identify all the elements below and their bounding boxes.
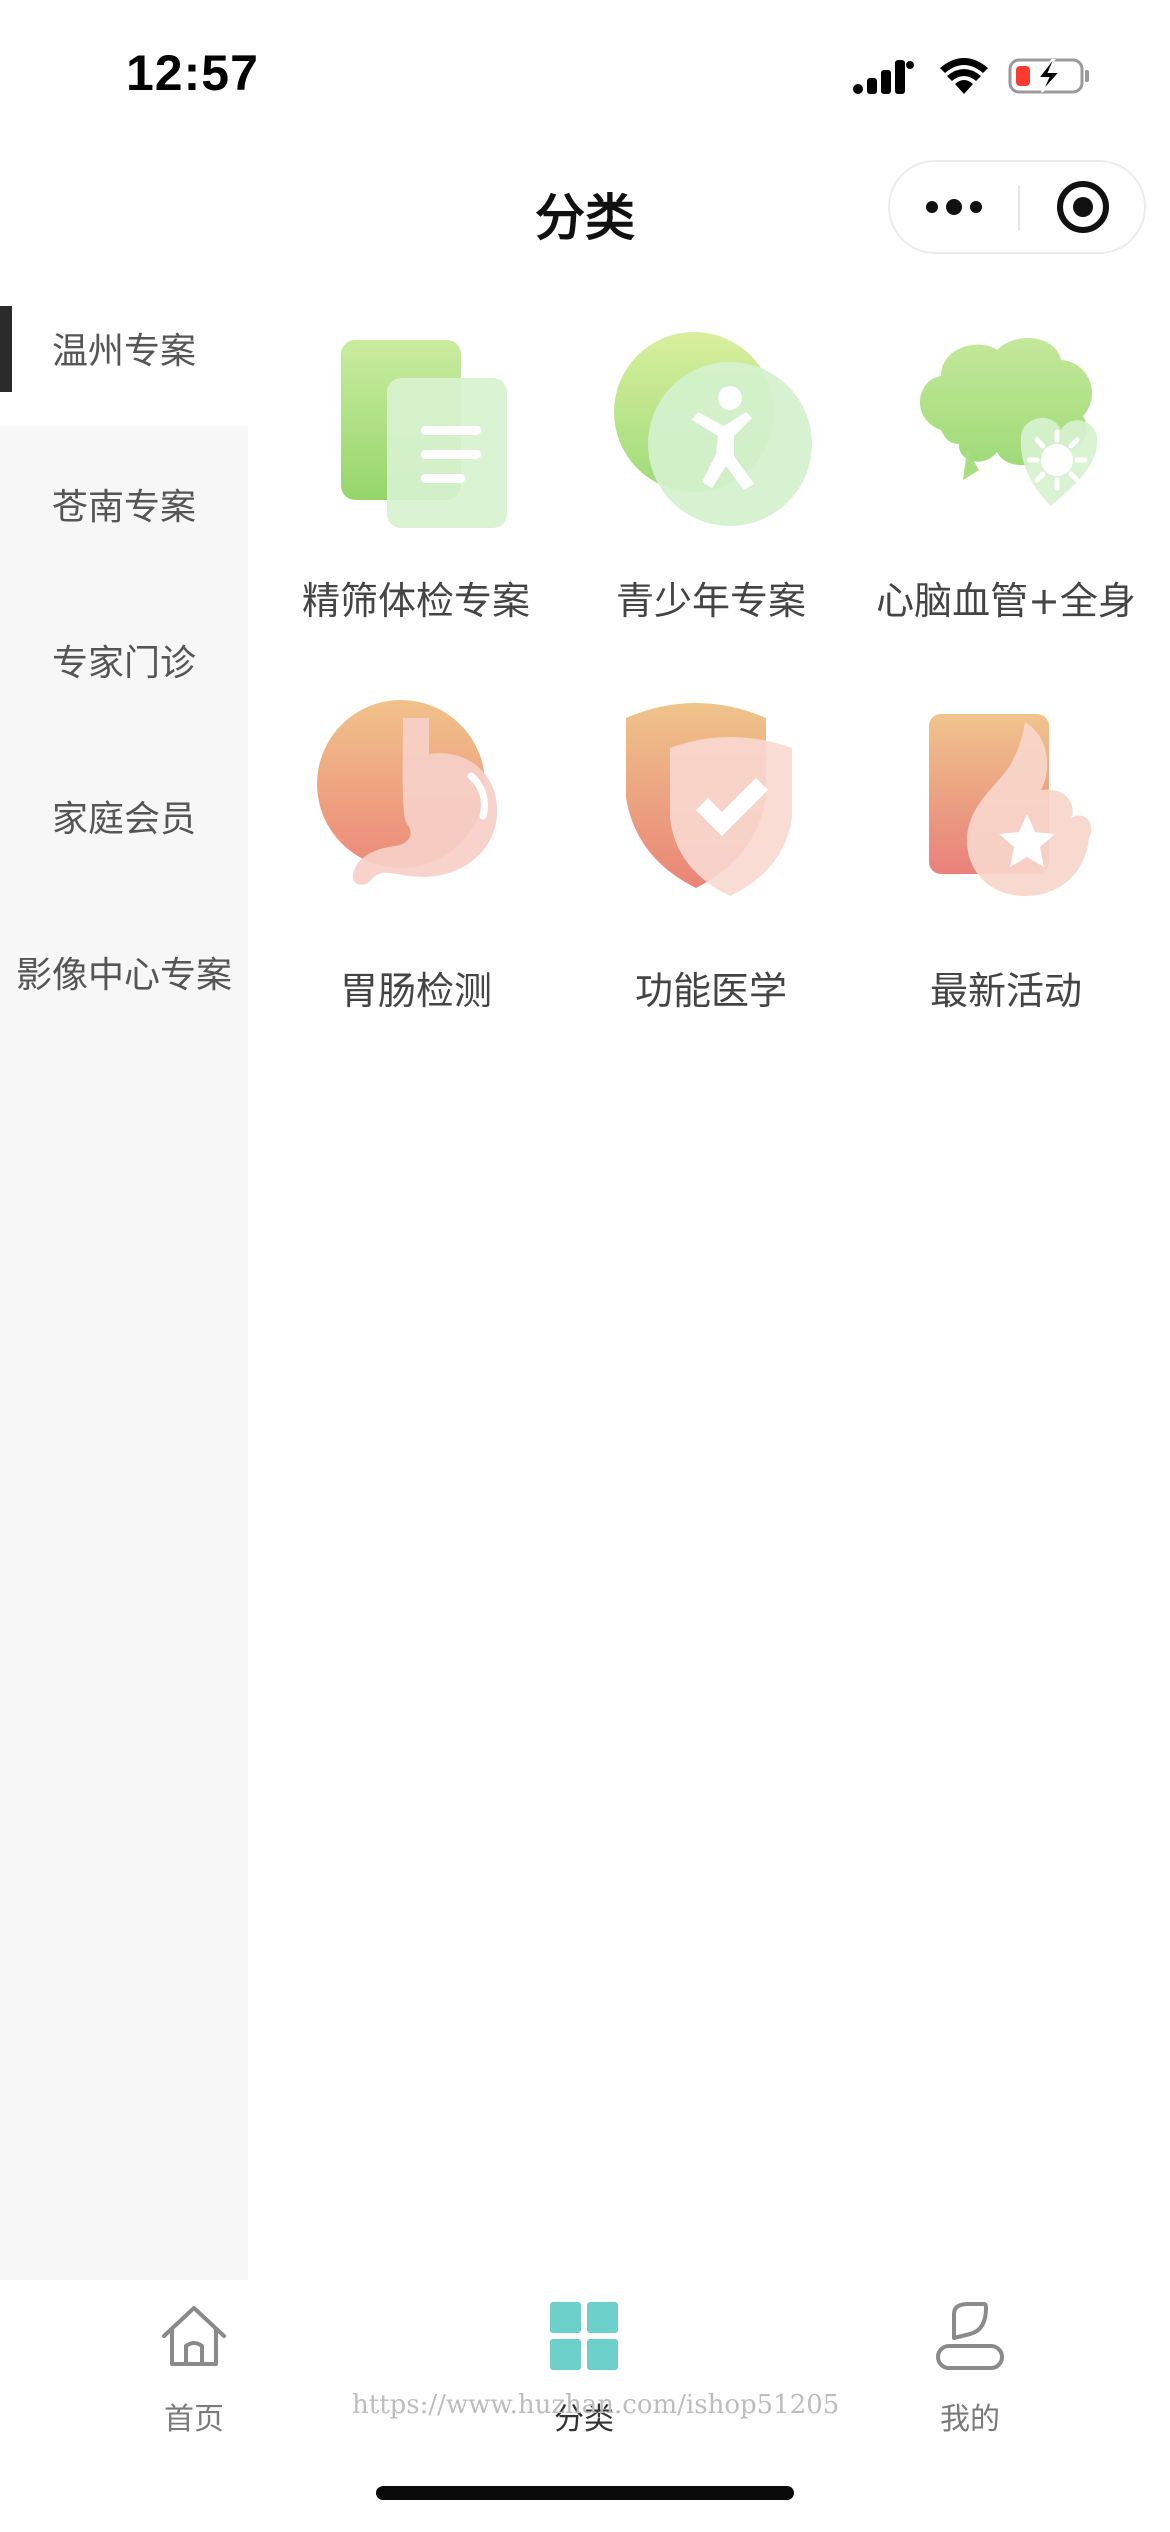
sidebar-item-cangnan[interactable]: 苍南专案: [0, 426, 248, 582]
brain-heart-icon: [919, 337, 1098, 506]
active-indicator: [0, 306, 12, 392]
category-label: 胃肠检测: [339, 969, 492, 1013]
cellular-signal-icon: [853, 60, 914, 94]
home-indicator: [376, 2486, 794, 2500]
close-button[interactable]: [1020, 162, 1146, 252]
watermark-text: https://www.huzhan.com/ishop51205: [352, 2390, 840, 2420]
sidebar-item-imaging-center[interactable]: 影像中心专案: [0, 894, 248, 1050]
target-close-icon: [1057, 181, 1109, 233]
sidebar-item-label: 温州专案: [51, 331, 196, 372]
category-label: 心脑血管+全身: [876, 579, 1136, 623]
document-icon: [341, 340, 507, 528]
sidebar-item-label: 苍南专案: [51, 487, 196, 528]
category-label: 功能医学: [634, 969, 787, 1013]
wifi-icon: [940, 58, 988, 94]
category-sidebar: 温州专案 苍南专案 专家门诊 家庭会员 影像中心专案: [0, 270, 248, 2280]
sidebar-item-label: 影像中心专案: [15, 955, 232, 996]
more-button[interactable]: [890, 162, 1018, 252]
user-icon: [936, 2302, 1004, 2370]
star-card-icon: [929, 714, 1092, 896]
category-item-activity[interactable]: 最新活动: [858, 698, 1154, 1038]
stomach-icon: [317, 700, 498, 885]
sidebar-item-family-member[interactable]: 家庭会员: [0, 738, 248, 894]
tab-label: 我的: [940, 2402, 1000, 2437]
tab-mine[interactable]: 我的: [870, 2300, 1070, 2440]
category-label: 精筛体检专案: [301, 579, 530, 623]
more-dots-icon: [926, 199, 982, 215]
status-bar: 12:57: [0, 0, 1170, 150]
sidebar-item-wenzhou[interactable]: 温州专案: [0, 270, 248, 426]
category-label: 青少年专案: [615, 579, 806, 623]
battery-icon: [1008, 58, 1089, 94]
tab-label: 首页: [164, 2402, 224, 2437]
tab-home[interactable]: 首页: [94, 2300, 294, 2440]
category-label: 最新活动: [929, 969, 1082, 1013]
category-grid-icon: [550, 2302, 618, 2370]
category-item-cardio[interactable]: 心脑血管+全身: [858, 320, 1154, 660]
status-time: 12:57: [126, 45, 259, 101]
nav-header: 分类: [0, 150, 1170, 270]
mini-program-capsule: [888, 160, 1146, 254]
youth-icon: [614, 332, 812, 526]
category-item-screening[interactable]: 精筛体检专案: [268, 320, 564, 660]
shield-check-icon: [626, 703, 792, 896]
sidebar-item-label: 家庭会员: [51, 799, 196, 840]
category-item-youth[interactable]: 青少年专案: [563, 320, 859, 660]
category-item-functional[interactable]: 功能医学: [563, 698, 859, 1038]
sidebar-item-label: 专家门诊: [51, 643, 196, 684]
sidebar-item-expert-clinic[interactable]: 专家门诊: [0, 582, 248, 738]
category-item-gastro[interactable]: 胃肠检测: [268, 698, 564, 1038]
home-icon: [162, 2306, 226, 2366]
